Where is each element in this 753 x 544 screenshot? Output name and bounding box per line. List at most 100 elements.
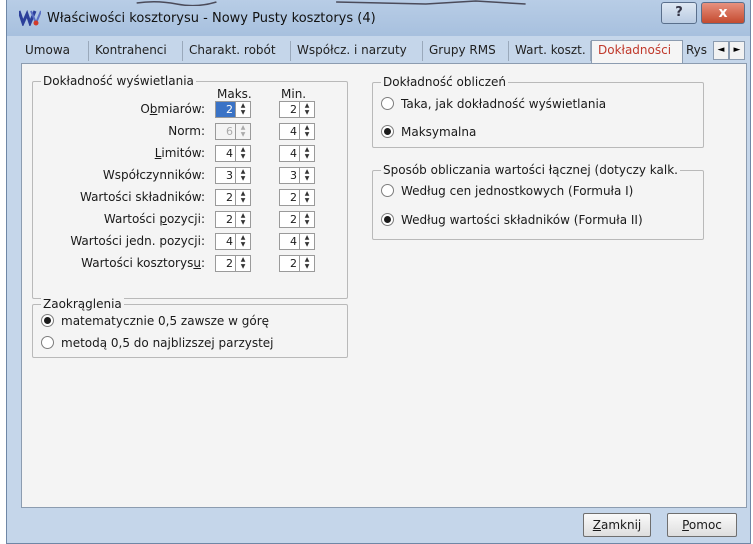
- precision-min-spinner[interactable]: 2 ▲ ▼: [279, 189, 315, 206]
- radio-icon[interactable]: [41, 336, 54, 349]
- spinner-value[interactable]: 4: [280, 124, 299, 139]
- rounding-option-even[interactable]: metodą 0,5 do najblizszej parzystej: [41, 336, 274, 350]
- spinner-arrows[interactable]: ▲ ▼: [235, 102, 250, 117]
- spin-down-icon[interactable]: ▼: [238, 175, 248, 182]
- tab-wspolcz-narzuty[interactable]: Współcz. i narzuty: [291, 41, 423, 61]
- precision-max-spinner[interactable]: 2 ▲ ▼: [215, 211, 251, 228]
- precision-max-spinner[interactable]: 2 ▲ ▼: [215, 189, 251, 206]
- total-option-components[interactable]: Według wartości składników (Formuła II): [381, 213, 643, 227]
- precision-max-spinner[interactable]: 2 ▲ ▼: [215, 255, 251, 272]
- help-title-button[interactable]: ?: [661, 2, 697, 24]
- spin-down-icon[interactable]: ▼: [302, 219, 312, 226]
- close-window-button[interactable]: x: [701, 2, 745, 24]
- spinner-arrows[interactable]: ▲ ▼: [235, 190, 250, 205]
- spin-up-icon[interactable]: ▲: [302, 102, 312, 109]
- tab-scroll-left-icon[interactable]: ◄: [713, 41, 729, 60]
- spinner-arrows[interactable]: ▲ ▼: [235, 168, 250, 183]
- spin-down-icon[interactable]: ▼: [302, 197, 312, 204]
- precision-max-spinner[interactable]: 6 ▲ ▼: [215, 123, 251, 140]
- tab-rys[interactable]: Rys: [683, 41, 713, 61]
- precision-min-spinner[interactable]: 4 ▲ ▼: [279, 233, 315, 250]
- title-bar[interactable]: Właściwości kosztorysu - Nowy Pusty kosz…: [7, 0, 750, 36]
- spinner-value[interactable]: 2: [280, 102, 299, 117]
- spinner-value[interactable]: 2: [280, 190, 299, 205]
- precision-min-spinner[interactable]: 3 ▲ ▼: [279, 167, 315, 184]
- tab-grupy-rms[interactable]: Grupy RMS: [423, 41, 509, 61]
- spin-up-icon[interactable]: ▲: [302, 168, 312, 175]
- spin-up-icon[interactable]: ▲: [302, 256, 312, 263]
- spin-down-icon[interactable]: ▼: [302, 241, 312, 248]
- spin-down-icon[interactable]: ▼: [302, 153, 312, 160]
- precision-max-spinner[interactable]: 3 ▲ ▼: [215, 167, 251, 184]
- spin-down-icon[interactable]: ▼: [238, 263, 248, 270]
- rounding-option-math[interactable]: matematycznie 0,5 zawsze w górę: [41, 314, 269, 328]
- precision-min-spinner[interactable]: 2 ▲ ▼: [279, 211, 315, 228]
- calc-option-max[interactable]: Maksymalna: [381, 125, 476, 139]
- tab-charakt-robot[interactable]: Charakt. robót: [183, 41, 291, 61]
- spinner-arrows[interactable]: ▲ ▼: [299, 168, 314, 183]
- spinner-value[interactable]: 2: [216, 256, 235, 271]
- tab-umowa[interactable]: Umowa: [19, 41, 89, 61]
- spinner-value[interactable]: 4: [280, 146, 299, 161]
- spin-down-icon[interactable]: ▼: [238, 197, 248, 204]
- precision-min-spinner[interactable]: 4 ▲ ▼: [279, 123, 315, 140]
- spin-up-icon[interactable]: ▲: [302, 234, 312, 241]
- spin-up-icon[interactable]: ▲: [302, 212, 312, 219]
- precision-max-spinner[interactable]: 4 ▲ ▼: [215, 233, 251, 250]
- spin-up-icon[interactable]: ▲: [238, 256, 248, 263]
- spinner-value[interactable]: 2: [216, 102, 235, 117]
- spinner-value[interactable]: 3: [280, 168, 299, 183]
- spin-up-icon[interactable]: ▲: [238, 102, 248, 109]
- help-button[interactable]: Pomoc: [667, 513, 737, 537]
- spin-down-icon[interactable]: ▼: [302, 131, 312, 138]
- spin-down-icon[interactable]: ▼: [238, 109, 248, 116]
- spinner-value[interactable]: 4: [216, 146, 235, 161]
- precision-min-spinner[interactable]: 4 ▲ ▼: [279, 145, 315, 162]
- tab-dokladnosci[interactable]: Dokładności: [591, 40, 683, 63]
- precision-max-spinner[interactable]: 4 ▲ ▼: [215, 145, 251, 162]
- spin-down-icon[interactable]: ▼: [238, 241, 248, 248]
- tab-kontrahenci[interactable]: Kontrahenci: [89, 41, 183, 61]
- precision-max-spinner[interactable]: 2 ▲ ▼: [215, 101, 251, 118]
- precision-min-spinner[interactable]: 2 ▲ ▼: [279, 255, 315, 272]
- spin-up-icon[interactable]: ▲: [238, 124, 248, 131]
- radio-icon[interactable]: [41, 314, 54, 327]
- spinner-arrows[interactable]: ▲ ▼: [235, 234, 250, 249]
- spinner-arrows[interactable]: ▲ ▼: [299, 146, 314, 161]
- spinner-arrows[interactable]: ▲ ▼: [299, 212, 314, 227]
- total-option-unit-prices[interactable]: Według cen jednostkowych (Formuła I): [381, 184, 633, 198]
- spinner-value[interactable]: 4: [280, 234, 299, 249]
- spin-down-icon[interactable]: ▼: [238, 131, 248, 138]
- spinner-arrows[interactable]: ▲ ▼: [299, 256, 314, 271]
- spinner-value[interactable]: 2: [280, 212, 299, 227]
- spin-up-icon[interactable]: ▲: [238, 234, 248, 241]
- spin-up-icon[interactable]: ▲: [302, 146, 312, 153]
- close-button[interactable]: Zamknij: [583, 513, 651, 537]
- tab-wart-koszt[interactable]: Wart. koszt.: [509, 41, 591, 61]
- spinner-arrows[interactable]: ▲ ▼: [235, 212, 250, 227]
- precision-min-spinner[interactable]: 2 ▲ ▼: [279, 101, 315, 118]
- spin-down-icon[interactable]: ▼: [238, 153, 248, 160]
- spin-down-icon[interactable]: ▼: [302, 109, 312, 116]
- spin-down-icon[interactable]: ▼: [302, 263, 312, 270]
- spinner-value[interactable]: 2: [216, 190, 235, 205]
- spinner-value[interactable]: 3: [216, 168, 235, 183]
- spinner-arrows[interactable]: ▲ ▼: [299, 102, 314, 117]
- spinner-arrows[interactable]: ▲ ▼: [299, 234, 314, 249]
- spinner-arrows[interactable]: ▲ ▼: [235, 256, 250, 271]
- spinner-value[interactable]: 2: [216, 212, 235, 227]
- radio-icon[interactable]: [381, 184, 394, 197]
- spinner-arrows[interactable]: ▲ ▼: [299, 124, 314, 139]
- spinner-value[interactable]: 2: [280, 256, 299, 271]
- spinner-arrows[interactable]: ▲ ▼: [235, 146, 250, 161]
- spin-down-icon[interactable]: ▼: [238, 219, 248, 226]
- spin-up-icon[interactable]: ▲: [238, 212, 248, 219]
- spinner-arrows[interactable]: ▲ ▼: [235, 124, 250, 139]
- spinner-value[interactable]: 6: [216, 124, 235, 139]
- spin-up-icon[interactable]: ▲: [238, 190, 248, 197]
- spinner-value[interactable]: 4: [216, 234, 235, 249]
- spin-up-icon[interactable]: ▲: [302, 124, 312, 131]
- spin-up-icon[interactable]: ▲: [238, 146, 248, 153]
- calc-option-same[interactable]: Taka, jak dokładność wyświetlania: [381, 97, 606, 111]
- radio-icon[interactable]: [381, 97, 394, 110]
